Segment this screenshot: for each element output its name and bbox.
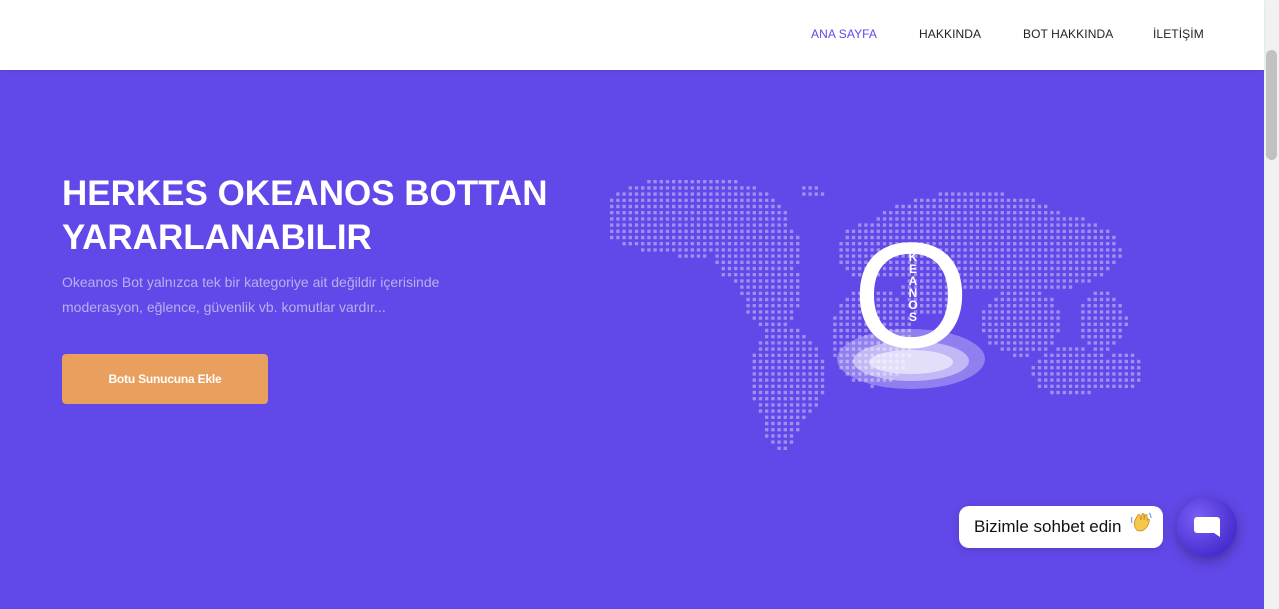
hero-title-line2: YARARLANABILIR bbox=[62, 218, 372, 257]
open-chat-button[interactable] bbox=[1177, 497, 1237, 557]
nav-bot-hakkinda[interactable]: BOT HAKKINDA bbox=[1023, 27, 1113, 41]
chat-icon bbox=[1194, 517, 1220, 537]
scrollbar-thumb[interactable] bbox=[1266, 50, 1277, 160]
logo-vertical-letter: S bbox=[909, 310, 917, 324]
hero-description-line1: Okeanos Bot yalnızca tek bir kategoriye … bbox=[62, 274, 440, 290]
hero-description-line2: moderasyon, eğlence, güvenlik vb. komutl… bbox=[62, 299, 386, 315]
top-navbar: ANA SAYFA HAKKINDA BOT HAKKINDA İLETİŞİM bbox=[0, 0, 1264, 70]
chat-prompt-text: Bizimle sohbet edin bbox=[974, 517, 1122, 536]
nav-hakkinda[interactable]: HAKKINDA bbox=[919, 27, 981, 41]
page-scrollbar[interactable] bbox=[1264, 0, 1279, 609]
okeanos-logo: O KEANOS bbox=[837, 211, 985, 389]
world-map-illustration: O KEANOS bbox=[610, 180, 1141, 450]
add-bot-to-server-button[interactable]: Botu Sunucuna Ekle bbox=[62, 354, 268, 404]
waving-hand-icon bbox=[1130, 507, 1152, 549]
nav-iletisim[interactable]: İLETİŞİM bbox=[1153, 27, 1204, 41]
hero-title-line1: HERKES OKEANOS BOTTAN bbox=[62, 174, 548, 213]
nav-ana-sayfa[interactable]: ANA SAYFA bbox=[811, 27, 877, 41]
chat-prompt-bubble[interactable]: Bizimle sohbet edin bbox=[959, 506, 1163, 548]
hero-description: Okeanos Bot yalnızca tek bir kategoriye … bbox=[62, 270, 482, 320]
hero-title: HERKES OKEANOS BOTTAN YARARLANABILIR bbox=[62, 172, 582, 260]
